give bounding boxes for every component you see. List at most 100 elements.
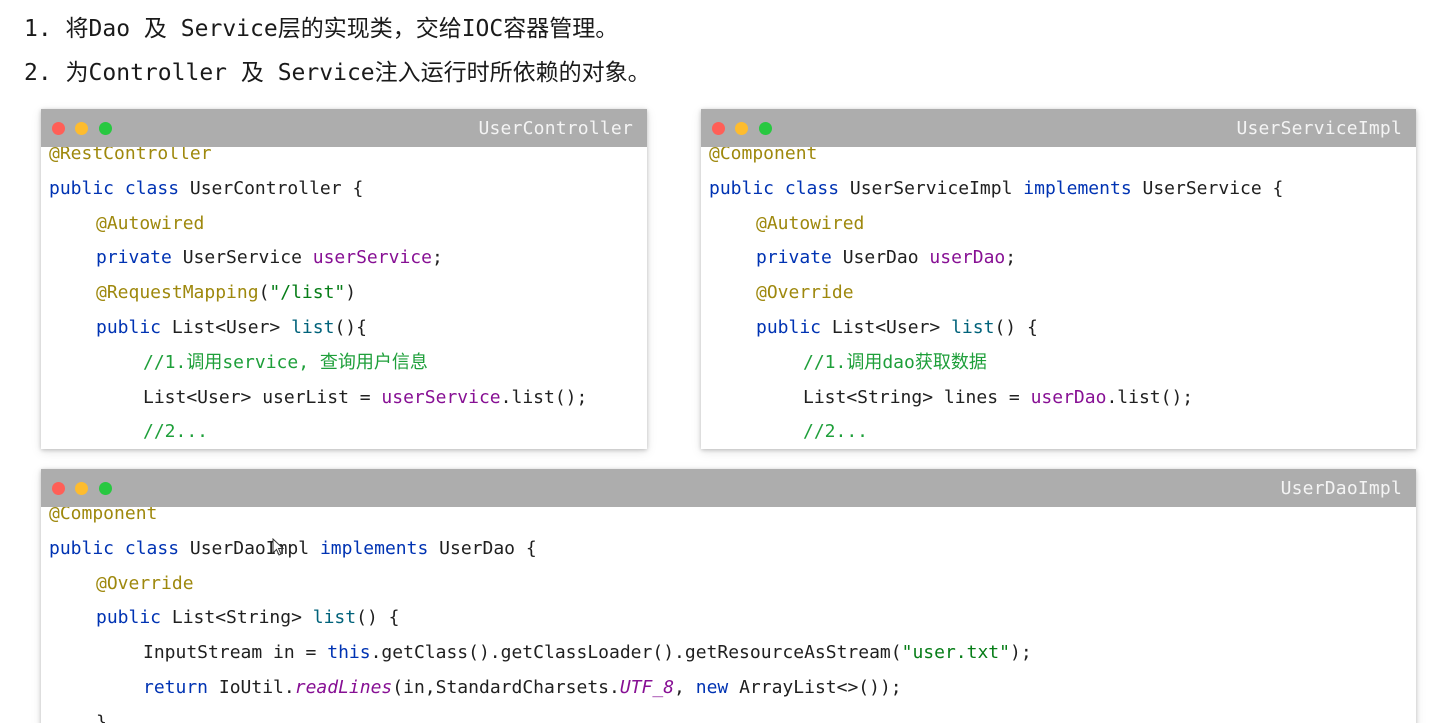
- maximize-dot-icon: [99, 122, 112, 135]
- field-token: userService: [312, 247, 432, 269]
- code-token: InputStream in =: [143, 642, 328, 664]
- code-token: UserService: [171, 247, 313, 269]
- code-line: public List<String> list() {: [49, 601, 1416, 636]
- minimize-dot-icon: [75, 482, 88, 495]
- code-line: private UserService userService;: [49, 241, 647, 276]
- code-token: .list();: [500, 386, 588, 408]
- field-token: userService: [381, 386, 501, 408]
- code-token: UserService {: [1131, 177, 1284, 199]
- code-line: //2...: [49, 415, 647, 449]
- window-title: UserController: [478, 118, 633, 139]
- static-field-token: UTF_8: [619, 676, 675, 698]
- minimize-dot-icon: [735, 122, 748, 135]
- code-token: List<String>: [161, 607, 313, 629]
- keyword-token: this: [327, 642, 371, 664]
- code-token: .getClass().getClassLoader().getResource…: [370, 642, 902, 664]
- window-titlebar: UserController: [41, 109, 647, 147]
- annotation-token: @Autowired: [96, 212, 205, 234]
- method-token: list: [951, 316, 995, 338]
- keyword-token: public: [96, 607, 162, 629]
- code-token: List<User> userList =: [143, 386, 382, 408]
- field-token: userDao: [929, 247, 1006, 269]
- code-token: () {: [356, 607, 400, 629]
- method-token: list: [291, 316, 335, 338]
- maximize-dot-icon: [759, 122, 772, 135]
- keyword-token: public: [756, 316, 822, 338]
- window-titlebar: UserServiceImpl: [701, 109, 1416, 147]
- code-token: ): [345, 282, 357, 304]
- code-token: ,: [674, 676, 696, 698]
- code-line: public List<User> list(){: [49, 311, 647, 346]
- window-title: UserServiceImpl: [1236, 118, 1402, 139]
- instruction-line-1: 1. 将Dao 及 Service层的实现类，交给IOC容器管理。: [24, 16, 619, 42]
- code-line: //2...: [709, 415, 1416, 449]
- keyword-token: public class: [49, 177, 180, 199]
- instruction-line-2: 2. 为Controller 及 Service注入运行时所依赖的对象。: [24, 60, 651, 86]
- code-token: UserDao: [831, 247, 930, 269]
- minimize-dot-icon: [75, 122, 88, 135]
- code-token: () {: [994, 316, 1038, 338]
- keyword-token: implements: [319, 537, 429, 559]
- code-line: return IoUtil.readLines(in,StandardChars…: [49, 671, 1416, 706]
- keyword-token: public: [96, 316, 162, 338]
- code-window-user-service-impl: UserServiceImpl @Component public class …: [701, 109, 1416, 449]
- code-token: (){: [334, 316, 367, 338]
- static-method-token: readLines: [294, 676, 393, 698]
- code-token: (: [258, 282, 270, 304]
- comment-token: //2...: [143, 421, 209, 443]
- comment-token: //1.调用dao获取数据: [803, 351, 987, 373]
- code-token: }: [96, 711, 107, 723]
- annotation-token: @RequestMapping: [96, 282, 259, 304]
- code-token: List<User>: [161, 316, 292, 338]
- code-block: @Component public class UserDaoImpl impl…: [41, 497, 1416, 723]
- method-token: list: [312, 607, 357, 629]
- code-token: UserController {: [179, 177, 364, 199]
- keyword-token: private: [756, 247, 832, 269]
- code-line: @Override: [709, 276, 1416, 311]
- close-dot-icon: [712, 122, 725, 135]
- maximize-dot-icon: [99, 482, 112, 495]
- code-token: );: [1009, 642, 1032, 664]
- close-dot-icon: [52, 482, 65, 495]
- code-token: ;: [1005, 247, 1017, 269]
- keyword-token: return: [143, 676, 209, 698]
- annotation-token: @Autowired: [756, 212, 865, 234]
- code-line: //1.调用dao获取数据: [709, 346, 1416, 381]
- keyword-token: implements: [1023, 177, 1132, 199]
- code-token: (in,StandardCharsets.: [392, 676, 620, 698]
- code-line: @Override: [49, 567, 1416, 602]
- code-line: public class UserDaoImpl implements User…: [49, 532, 1416, 567]
- code-token: UserDaoImpl: [179, 537, 320, 559]
- code-line: @RequestMapping("/list"): [49, 276, 647, 311]
- code-token: UserDao {: [428, 537, 537, 559]
- string-token: "user.txt": [901, 642, 1010, 664]
- annotation-token: @Override: [96, 572, 194, 594]
- keyword-token: public class: [709, 177, 840, 199]
- code-line: @Autowired: [49, 207, 647, 242]
- comment-token: //1.调用service, 查询用户信息: [143, 351, 428, 373]
- annotation-token: @Override: [756, 282, 854, 304]
- code-window-user-dao-impl: UserDaoImpl @Component public class User…: [41, 469, 1416, 723]
- code-line: List<String> lines = userDao.list();: [709, 381, 1416, 416]
- code-line: }: [49, 706, 1416, 723]
- code-block: @RestController public class UserControl…: [41, 137, 647, 449]
- code-line: public List<User> list() {: [709, 311, 1416, 346]
- string-token: "/list": [269, 282, 346, 304]
- code-line: //1.调用service, 查询用户信息: [49, 346, 647, 381]
- code-line: @Autowired: [709, 207, 1416, 242]
- window-title: UserDaoImpl: [1280, 478, 1402, 499]
- field-token: userDao: [1030, 386, 1107, 408]
- code-line: InputStream in = this.getClass().getClas…: [49, 636, 1416, 671]
- text-cursor-icon: [272, 537, 285, 558]
- keyword-token: new: [695, 676, 729, 698]
- code-line: public class UserController {: [49, 172, 647, 207]
- code-window-user-controller: UserController @RestController public cl…: [41, 109, 647, 449]
- code-token: UserServiceImpl: [839, 177, 1024, 199]
- code-block: @Component public class UserServiceImpl …: [701, 137, 1416, 449]
- close-dot-icon: [52, 122, 65, 135]
- code-token: ;: [431, 247, 443, 269]
- code-token: ArrayList<>());: [728, 676, 902, 698]
- keyword-token: private: [96, 247, 172, 269]
- code-token: IoUtil.: [208, 676, 295, 698]
- code-token: .list();: [1106, 386, 1194, 408]
